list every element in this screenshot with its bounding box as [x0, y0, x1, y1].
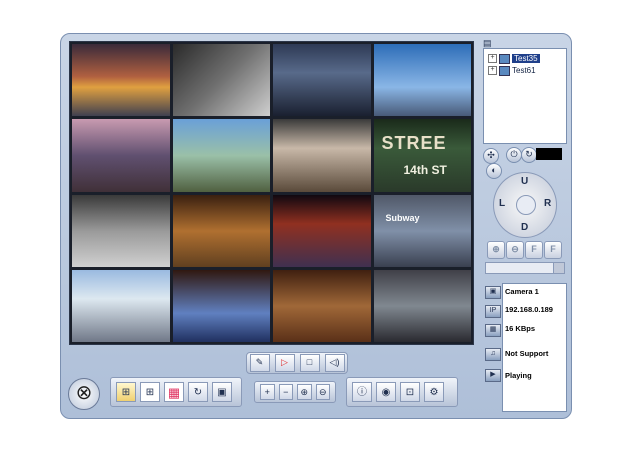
rotate-icon[interactable]: ↻ — [188, 382, 208, 402]
record-icon[interactable]: ◉ — [376, 382, 396, 402]
camera-tile-10[interactable] — [172, 194, 270, 267]
camera-tile-7[interactable] — [273, 119, 371, 192]
zoom-out-icon[interactable]: ⊖ — [315, 384, 330, 400]
camera-tile-13[interactable] — [72, 269, 170, 342]
tree-toggle-icon[interactable]: ▤ — [483, 38, 497, 48]
camera-tile-11[interactable] — [273, 194, 371, 267]
tools-toolbar: ⓘ ◉ ⊡ ⚙ — [346, 377, 458, 407]
tree-item-test61[interactable]: + Test61 — [488, 65, 536, 76]
ptz-up-button[interactable]: U — [521, 176, 528, 187]
camera-tile-6[interactable] — [172, 119, 270, 192]
info-status: Playing — [505, 371, 532, 380]
network-icon: IP — [485, 305, 501, 318]
camera-tile-16[interactable] — [373, 269, 471, 342]
slider-handle[interactable] — [553, 263, 564, 273]
zoom-out-icon[interactable]: ⊖ — [506, 241, 524, 259]
microphone-icon[interactable]: ✎ — [249, 354, 270, 372]
zoom-in-icon[interactable]: ⊕ — [297, 384, 312, 400]
camera-info-panel — [502, 283, 567, 412]
camera-tile-9[interactable] — [72, 194, 170, 267]
expand-icon[interactable]: + — [488, 66, 497, 75]
layout-single-icon[interactable]: ⊞ — [116, 382, 136, 402]
info-icon[interactable]: ⓘ — [352, 382, 372, 402]
focus-near-button[interactable]: F — [525, 241, 543, 259]
video-wall: STREE 14th ST Subway — [69, 41, 474, 345]
info-camera: Camera 1 — [505, 287, 539, 296]
expand-icon[interactable]: + — [488, 54, 497, 63]
camera-tile-3[interactable] — [273, 44, 371, 117]
street-sign-subtext: 14th ST — [403, 163, 447, 178]
camera-tree: + Test35 + Test61 — [483, 48, 567, 144]
refresh-icon[interactable]: ↻ — [521, 147, 537, 163]
playback-bar: ✎ ▷ □ ◁) — [246, 352, 348, 374]
auto-icon[interactable]: ◐ — [486, 163, 502, 179]
power-icon[interactable]: ⏻ — [506, 147, 522, 163]
camera-tile-1[interactable] — [72, 44, 170, 117]
street-sign-text: STREE — [381, 133, 447, 154]
status-display — [536, 148, 562, 160]
info-audio: Not Support — [505, 349, 549, 358]
camera-tile-2[interactable] — [172, 44, 270, 117]
ptz-home-button[interactable] — [516, 195, 536, 215]
server-icon — [499, 53, 510, 64]
camera-icon: ▣ — [485, 286, 501, 299]
speaker-icon[interactable]: ◁) — [324, 354, 345, 372]
tree-item-test35[interactable]: + Test35 — [488, 53, 540, 64]
focus-far-button[interactable]: F — [544, 241, 562, 259]
ptz-left-button[interactable]: L — [499, 198, 505, 209]
camera-tile-15[interactable] — [273, 269, 371, 342]
zoom-toolbar: + − ⊕ ⊖ — [254, 381, 336, 403]
info-bitrate: 16 KBps — [505, 324, 536, 333]
add-layout-icon[interactable]: + — [260, 384, 275, 400]
bitrate-icon: ▦ — [485, 324, 501, 337]
camera-tile-4[interactable] — [373, 44, 471, 117]
ptz-right-button[interactable]: R — [544, 198, 551, 209]
fullscreen-icon[interactable]: ▣ — [212, 382, 232, 402]
ptz-down-button[interactable]: D — [521, 222, 528, 233]
info-ip: 192.168.0.189 — [505, 305, 553, 314]
tree-item-label: Test61 — [512, 66, 536, 75]
camera-tile-14[interactable] — [172, 269, 270, 342]
settings-icon[interactable]: ⚙ — [424, 382, 444, 402]
audio-icon: ♫ — [485, 348, 501, 361]
zoom-in-icon[interactable]: ⊕ — [487, 241, 505, 259]
subway-sign-text: Subway — [385, 212, 420, 223]
layout-toolbar: ⊞ ⊞ ▦ ↻ ▣ — [110, 377, 242, 407]
close-icon[interactable]: ⊗ — [68, 378, 100, 410]
ptz-control: U D L R — [493, 172, 557, 238]
server-icon — [499, 65, 510, 76]
camera-tile-5[interactable] — [72, 119, 170, 192]
layout-quad-icon[interactable]: ⊞ — [140, 382, 160, 402]
status-icon: ▶ — [485, 369, 501, 382]
camera-tile-8[interactable]: STREE 14th ST — [373, 119, 471, 192]
tree-item-label: Test35 — [512, 54, 540, 63]
layout-16-icon[interactable]: ▦ — [164, 382, 184, 402]
stop-icon[interactable]: □ — [299, 354, 320, 372]
snapshot-icon[interactable]: ⊡ — [400, 382, 420, 402]
speed-slider[interactable] — [485, 262, 565, 274]
camera-tile-12[interactable]: Subway — [373, 194, 471, 267]
move-icon[interactable]: ✣ — [483, 148, 499, 164]
play-icon[interactable]: ▷ — [274, 354, 295, 372]
remove-layout-icon[interactable]: − — [278, 384, 293, 400]
